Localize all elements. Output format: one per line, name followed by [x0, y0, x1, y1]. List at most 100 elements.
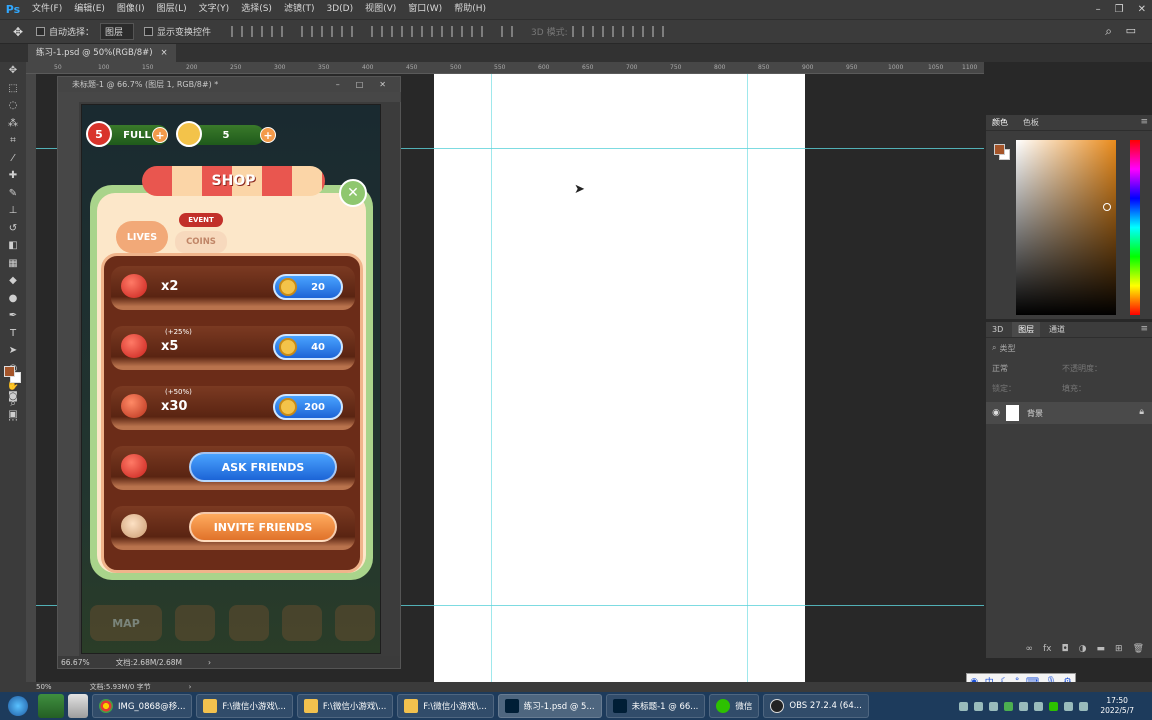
foreground-color-swatch[interactable]: [4, 366, 15, 377]
start-button[interactable]: [0, 692, 36, 720]
taskbar-task[interactable]: F:\微信小游戏\...: [296, 694, 394, 718]
link-layers-icon[interactable]: ∞: [1026, 644, 1034, 654]
3d-roll-icon[interactable]: [591, 26, 604, 37]
tray-icon[interactable]: [959, 701, 969, 711]
tray-icon[interactable]: [1064, 701, 1074, 711]
tab-swatches[interactable]: 色板: [1017, 115, 1045, 130]
menu-filter[interactable]: 滤镜(T): [278, 0, 321, 19]
taskbar-task[interactable]: F:\微信小游戏\...: [397, 694, 494, 718]
3d-scale-icon[interactable]: [651, 26, 664, 37]
menu-file[interactable]: 文件(F): [26, 0, 68, 19]
distribute-left-icon[interactable]: [431, 26, 444, 37]
3d-slide-icon[interactable]: [631, 26, 644, 37]
tray-icon[interactable]: [1019, 701, 1029, 711]
document-canvas[interactable]: [434, 74, 805, 682]
quick-select-tool-icon[interactable]: ⁂: [0, 115, 26, 133]
panel-menu-icon[interactable]: ≡: [1140, 117, 1148, 127]
guide-vertical[interactable]: [491, 74, 492, 682]
distribute-top-icon[interactable]: [371, 26, 384, 37]
blur-tool-icon[interactable]: ◆: [0, 272, 26, 290]
3d-pan-icon[interactable]: [611, 26, 624, 37]
quick-mask-icon[interactable]: ◙: [0, 388, 26, 406]
taskbar-app-icon[interactable]: [38, 694, 64, 718]
gradient-tool-icon[interactable]: ▦: [0, 255, 26, 273]
workspace-icon[interactable]: ▭: [1126, 24, 1136, 37]
menu-select[interactable]: 选择(S): [235, 0, 278, 19]
delete-layer-icon[interactable]: 🗑︎: [1133, 644, 1144, 654]
menu-edit[interactable]: 编辑(E): [68, 0, 111, 19]
align-bottom-icon[interactable]: [271, 26, 284, 37]
close-icon[interactable]: ✕: [379, 77, 386, 92]
tab-3d[interactable]: 3D: [986, 323, 1009, 336]
chevron-right-icon[interactable]: ›: [189, 683, 192, 691]
taskbar-app-icon[interactable]: [68, 694, 88, 718]
taskbar-task[interactable]: F:\微信小游戏\...: [196, 694, 293, 718]
close-icon[interactable]: ✕: [1138, 4, 1146, 15]
brush-tool-icon[interactable]: ✎: [0, 185, 26, 203]
distribute-hcenter-icon[interactable]: [451, 26, 464, 37]
menu-help[interactable]: 帮助(H): [448, 0, 492, 19]
foreground-color-swatch[interactable]: [994, 144, 1005, 155]
eyedropper-tool-icon[interactable]: ⁄: [0, 150, 26, 168]
minimize-icon[interactable]: –: [336, 77, 340, 92]
align-vcenter-icon[interactable]: [251, 26, 264, 37]
pen-tool-icon[interactable]: ✒: [0, 307, 26, 325]
panel-menu-icon[interactable]: ≡: [1140, 324, 1148, 334]
new-group-icon[interactable]: ▬: [1097, 644, 1106, 654]
clock[interactable]: 17:50 2022/5/7: [1100, 696, 1134, 716]
tray-icon[interactable]: [1034, 701, 1044, 711]
lasso-tool-icon[interactable]: ◌: [0, 97, 26, 115]
layer-name[interactable]: 背景: [1027, 408, 1043, 419]
color-picker-field[interactable]: [1016, 140, 1116, 315]
menu-layer[interactable]: 图层(L): [151, 0, 193, 19]
menu-image[interactable]: 图像(I): [111, 0, 151, 19]
floating-zoom-level[interactable]: 66.67%: [61, 658, 90, 667]
align-hcenter-icon[interactable]: [321, 26, 334, 37]
volume-icon[interactable]: [1079, 701, 1089, 711]
3d-rotate-icon[interactable]: [571, 26, 584, 37]
hue-slider[interactable]: [1130, 140, 1140, 315]
search-icon[interactable]: ⌕: [1105, 24, 1112, 39]
align-left-icon[interactable]: [301, 26, 314, 37]
layer-filter-type[interactable]: 类型: [999, 343, 1015, 354]
menu-3d[interactable]: 3D(D): [320, 0, 359, 19]
tab-document[interactable]: 练习-1.psd @ 50%(RGB/8#) ×: [28, 44, 176, 62]
eraser-tool-icon[interactable]: ◧: [0, 237, 26, 255]
chevron-right-icon[interactable]: ›: [208, 658, 211, 667]
align-right-icon[interactable]: [341, 26, 354, 37]
lock-icon[interactable]: 🔒︎: [1139, 407, 1144, 417]
floating-window-titlebar[interactable]: 未标题-1 @ 66.7% (图层 1, RGB/8#) * – □ ✕: [58, 77, 400, 92]
taskbar-task[interactable]: 未标题-1 @ 66...: [605, 694, 706, 718]
move-tool-icon[interactable]: ✥: [0, 62, 26, 80]
fx-icon[interactable]: fx: [1043, 644, 1052, 654]
visibility-eye-icon[interactable]: ◉: [986, 408, 1006, 418]
menu-type[interactable]: 文字(Y): [193, 0, 236, 19]
menu-view[interactable]: 视图(V): [359, 0, 402, 19]
close-tab-icon[interactable]: ×: [161, 44, 168, 62]
path-select-tool-icon[interactable]: ➤: [0, 342, 26, 360]
add-mask-icon[interactable]: ◘: [1062, 644, 1069, 654]
crop-tool-icon[interactable]: ⌗: [0, 132, 26, 150]
distribute-right-icon[interactable]: [471, 26, 484, 37]
new-layer-icon[interactable]: ⊞: [1115, 644, 1123, 654]
move-tool-icon[interactable]: ✥: [0, 25, 36, 39]
menu-window[interactable]: 窗口(W): [402, 0, 448, 19]
color-marker[interactable]: [1103, 203, 1111, 211]
taskbar-task[interactable]: OBS 27.2.4 (64...: [763, 694, 869, 718]
restore-icon[interactable]: ❐: [1115, 4, 1124, 15]
floating-document-window[interactable]: 未标题-1 @ 66.7% (图层 1, RGB/8#) * – □ ✕ FUL…: [57, 76, 401, 669]
show-transform-checkbox[interactable]: [144, 27, 154, 36]
tab-layers[interactable]: 图层: [1012, 322, 1041, 337]
blend-mode-dropdown[interactable]: 正常: [992, 363, 1062, 374]
zoom-level[interactable]: 50%: [36, 683, 52, 691]
taskbar-task[interactable]: 微信: [709, 694, 760, 718]
screen-mode-icon[interactable]: ▣: [0, 406, 26, 424]
align-top-icon[interactable]: [231, 26, 244, 37]
adjustment-layer-icon[interactable]: ◑: [1079, 644, 1087, 654]
guide-vertical[interactable]: [747, 74, 748, 682]
tray-icon[interactable]: [1004, 701, 1014, 711]
maximize-icon[interactable]: □: [356, 77, 364, 92]
marquee-tool-icon[interactable]: ⬚: [0, 80, 26, 98]
distribute-vcenter-icon[interactable]: [391, 26, 404, 37]
stamp-tool-icon[interactable]: ⊥: [0, 202, 26, 220]
